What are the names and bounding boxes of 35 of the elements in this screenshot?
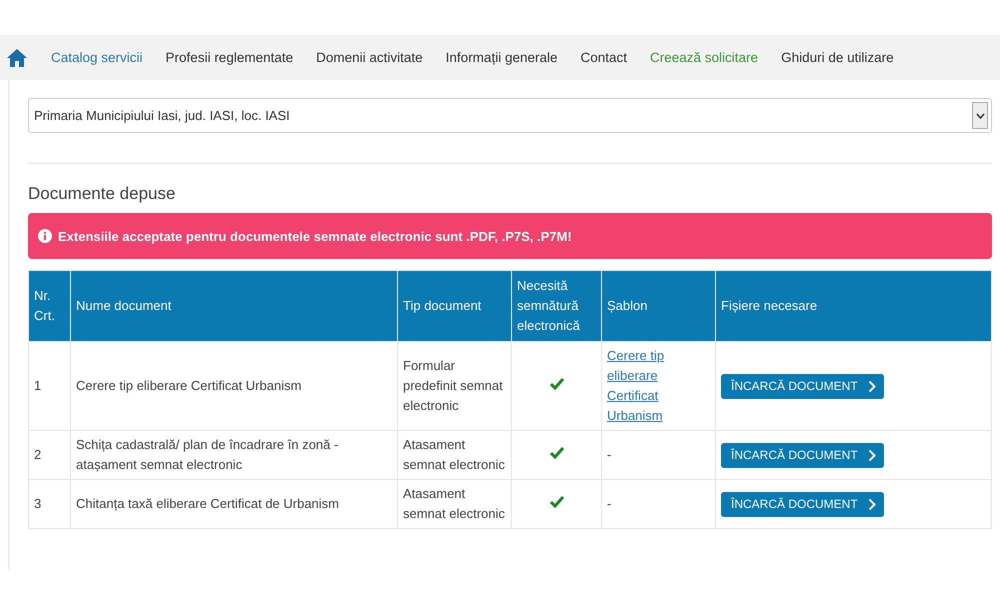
table-cell: Atasament semnat electronic (398, 430, 512, 480)
table-cell: Formular predefinit semnat electronic (398, 342, 512, 430)
home-icon[interactable] (6, 48, 28, 68)
table-cell: Schița cadastrală/ plan de încadrare în zonă - atașament semnat electronic (70, 430, 398, 480)
table-cell: Atasament semnat electronic (398, 480, 512, 528)
table-cell: Cerere tip eliberare Certificat Urbanism (70, 342, 398, 430)
nav-link[interactable]: Catalog servicii (51, 50, 143, 65)
column-header: Tip document (398, 270, 512, 342)
column-header: Nume document (70, 270, 398, 342)
nav-link[interactable]: Ghiduri de utilizare (781, 50, 894, 65)
alert-text: Extensiile acceptate pentru documentele semnate electronic sunt .PDF, .P7S, .P7M! (58, 228, 572, 244)
column-header: Nr. Crt. (28, 270, 70, 342)
upload-button[interactable]: ÎNCARCĂ DOCUMENT (721, 492, 884, 516)
nav-link[interactable]: Profesii reglementate (166, 50, 294, 65)
table-cell: - (602, 480, 716, 528)
column-header: Necesită semnătură electronică (512, 270, 602, 342)
caret-icon (976, 112, 984, 118)
column-header: Fișiere necesare (716, 270, 992, 342)
chevron-icon (868, 380, 876, 392)
nav-link[interactable]: Contact (580, 50, 628, 65)
upload-button[interactable]: ÎNCARCĂ DOCUMENT (721, 442, 884, 468)
nav-link[interactable]: Informații generale (446, 50, 558, 65)
section-title: Documente depuse (28, 184, 176, 204)
table-cell: Chitanța taxă eliberare Certificat de Urbanism (70, 480, 398, 528)
nav-link[interactable]: Domenii activitate (316, 50, 423, 65)
chevron-icon (868, 448, 876, 462)
column-header: Șablon (602, 270, 716, 342)
table-cell: 3 (28, 480, 70, 528)
table-cell: - (602, 430, 716, 480)
upload-button[interactable]: ÎNCARCĂ DOCUMENT (721, 374, 884, 398)
info-icon (38, 229, 52, 243)
table-cell: 1 (28, 342, 70, 430)
institution-select[interactable]: Primaria Municipiului Iasi, jud. IASI, loc. IASI (28, 98, 992, 133)
table-cell: 2 (28, 430, 70, 480)
chevron-icon (868, 498, 876, 510)
